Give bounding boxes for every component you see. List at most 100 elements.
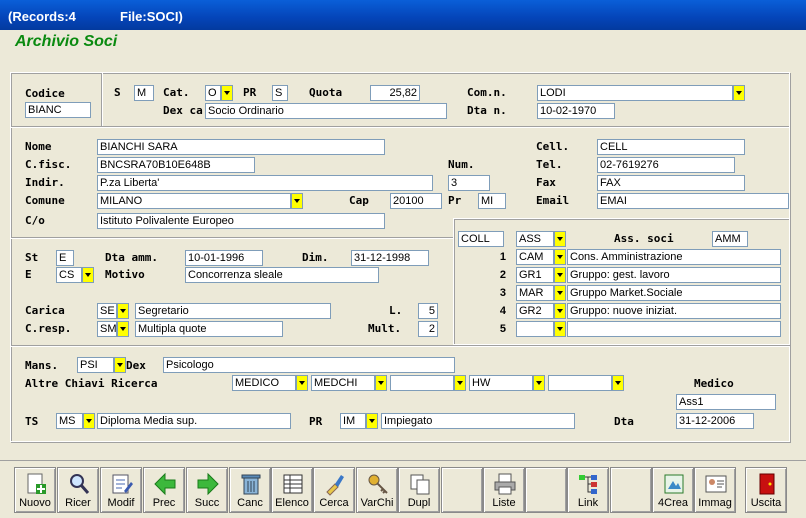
mans-field[interactable]: Psicologo bbox=[163, 357, 455, 373]
assoc-row-desc[interactable] bbox=[567, 321, 781, 337]
comune-dropdown-icon[interactable] bbox=[291, 193, 303, 209]
ass-dropdown-icon[interactable] bbox=[554, 231, 566, 247]
empty-button[interactable] bbox=[610, 467, 652, 513]
dupl-button[interactable]: Dupl bbox=[398, 467, 440, 513]
link-button[interactable]: Link bbox=[567, 467, 609, 513]
cresp-code-field[interactable]: SM bbox=[97, 321, 117, 337]
cap-field[interactable]: 20100 bbox=[390, 193, 442, 209]
email-field[interactable]: EMAI bbox=[597, 193, 789, 209]
cell-field[interactable]: CELL bbox=[597, 139, 745, 155]
mans-code-field[interactable]: PSI bbox=[77, 357, 114, 373]
assoc-row-code[interactable] bbox=[516, 321, 554, 337]
assoc-row-code[interactable]: CAM bbox=[516, 249, 554, 265]
key3-dropdown-icon[interactable] bbox=[454, 375, 466, 391]
dtaamm-field[interactable]: 10-01-1996 bbox=[185, 250, 263, 266]
ricer-button[interactable]: Ricer bbox=[57, 467, 99, 513]
tel-field[interactable]: 02-7619276 bbox=[597, 157, 735, 173]
amm-field[interactable]: AMM bbox=[712, 231, 748, 247]
cat-field[interactable]: O bbox=[205, 85, 221, 101]
comn-field[interactable]: LODI bbox=[537, 85, 733, 101]
quota-field[interactable]: 25,82 bbox=[370, 85, 420, 101]
carica-field[interactable]: Segretario bbox=[135, 303, 331, 319]
assoc-row-dropdown-icon[interactable] bbox=[554, 285, 566, 301]
key5-field[interactable] bbox=[548, 375, 612, 391]
pr3-dropdown-icon[interactable] bbox=[366, 413, 378, 429]
key2-field[interactable]: MEDCHI bbox=[311, 375, 375, 391]
prec-button[interactable]: Prec bbox=[143, 467, 185, 513]
varchi-button[interactable]: VarChi bbox=[356, 467, 398, 513]
mult-field[interactable]: 2 bbox=[418, 321, 438, 337]
pr3-label: PR bbox=[309, 415, 323, 428]
assoc-row-dropdown-icon[interactable] bbox=[554, 321, 566, 337]
cresp-field[interactable]: Multipla quote bbox=[135, 321, 283, 337]
assoc-row-desc[interactable]: Cons. Amministrazione bbox=[567, 249, 781, 265]
nome-field[interactable]: BIANCHI SARA bbox=[97, 139, 385, 155]
comune-field[interactable]: MILANO bbox=[97, 193, 291, 209]
e-field[interactable]: CS bbox=[56, 267, 82, 283]
key4-field[interactable]: HW bbox=[469, 375, 533, 391]
assoc-row-desc[interactable]: Gruppo Market.Sociale bbox=[567, 285, 781, 301]
medico-field[interactable]: Ass1 bbox=[676, 394, 776, 410]
assoc-row-desc[interactable]: Gruppo: nuove iniziat. bbox=[567, 303, 781, 319]
key4-dropdown-icon[interactable] bbox=[533, 375, 545, 391]
assoc-row-dropdown-icon[interactable] bbox=[554, 267, 566, 283]
dtan-field[interactable]: 10-02-1970 bbox=[537, 103, 615, 119]
comn-dropdown-icon[interactable] bbox=[733, 85, 745, 101]
assoc-row-code[interactable]: MAR bbox=[516, 285, 554, 301]
carica-code-field[interactable]: SE bbox=[97, 303, 117, 319]
pr2-field[interactable]: MI bbox=[478, 193, 506, 209]
dim-label: Dim. bbox=[302, 251, 329, 264]
uscita-button[interactable]: Uscita bbox=[745, 467, 787, 513]
assoc-row-dropdown-icon[interactable] bbox=[554, 303, 566, 319]
empty-button[interactable] bbox=[525, 467, 567, 513]
e-dropdown-icon[interactable] bbox=[82, 267, 94, 283]
coll-field[interactable]: COLL bbox=[458, 231, 504, 247]
modif-button[interactable]: Modif bbox=[100, 467, 142, 513]
assoc-row-code[interactable]: GR1 bbox=[516, 267, 554, 283]
canc-button[interactable]: Canc bbox=[229, 467, 271, 513]
fax-field[interactable]: FAX bbox=[597, 175, 745, 191]
assoc-row-num: 2 bbox=[499, 269, 506, 281]
dta-field[interactable]: 31-12-2006 bbox=[676, 413, 754, 429]
key5-dropdown-icon[interactable] bbox=[612, 375, 624, 391]
crea-button[interactable]: 4Crea bbox=[652, 467, 694, 513]
cat-dropdown-icon[interactable] bbox=[221, 85, 233, 101]
indir-field[interactable]: P.za Liberta' bbox=[97, 175, 433, 191]
ts-dropdown-icon[interactable] bbox=[83, 413, 95, 429]
pr3-field[interactable]: Impiegato bbox=[381, 413, 575, 429]
key1-dropdown-icon[interactable] bbox=[296, 375, 308, 391]
elenco-button[interactable]: Elenco bbox=[271, 467, 313, 513]
nuovo-button[interactable]: Nuovo bbox=[14, 467, 56, 513]
empty-button[interactable] bbox=[441, 467, 483, 513]
dex-ca-field[interactable]: Socio Ordinario bbox=[205, 103, 447, 119]
mans-dropdown-icon[interactable] bbox=[114, 357, 126, 373]
key1-field[interactable]: MEDICO bbox=[232, 375, 296, 391]
immag-button[interactable]: Immag bbox=[694, 467, 736, 513]
key2-dropdown-icon[interactable] bbox=[375, 375, 387, 391]
assoc-row-code[interactable]: GR2 bbox=[516, 303, 554, 319]
dim-field[interactable]: 31-12-1998 bbox=[351, 250, 429, 266]
codice-field[interactable]: BIANC bbox=[25, 102, 91, 118]
motivo-field[interactable]: Concorrenza sleale bbox=[185, 267, 379, 283]
tree-link-icon bbox=[579, 475, 597, 494]
carica-dropdown-icon[interactable] bbox=[117, 303, 129, 319]
cfisc-field[interactable]: BNCSRA70B10E648B bbox=[97, 157, 255, 173]
pr-field[interactable]: S bbox=[272, 85, 288, 101]
ts-code-field[interactable]: MS bbox=[56, 413, 83, 429]
l-field[interactable]: 5 bbox=[418, 303, 438, 319]
assoc-row-dropdown-icon[interactable] bbox=[554, 249, 566, 265]
liste-button[interactable]: Liste bbox=[483, 467, 525, 513]
key3-field[interactable] bbox=[390, 375, 454, 391]
dupl-label: Dupl bbox=[407, 497, 431, 509]
num-field[interactable]: 3 bbox=[448, 175, 490, 191]
pr3-code-field[interactable]: IM bbox=[340, 413, 366, 429]
cresp-dropdown-icon[interactable] bbox=[117, 321, 129, 337]
ass-field[interactable]: ASS bbox=[516, 231, 554, 247]
st-field[interactable]: E bbox=[56, 250, 74, 266]
cerca-button[interactable]: Cerca bbox=[313, 467, 355, 513]
co-field[interactable]: Istituto Polivalente Europeo bbox=[97, 213, 385, 229]
s-field[interactable]: M bbox=[134, 85, 154, 101]
succ-button[interactable]: Succ bbox=[186, 467, 228, 513]
ts-field[interactable]: Diploma Media sup. bbox=[97, 413, 291, 429]
assoc-row-desc[interactable]: Gruppo: gest. lavoro bbox=[567, 267, 781, 283]
